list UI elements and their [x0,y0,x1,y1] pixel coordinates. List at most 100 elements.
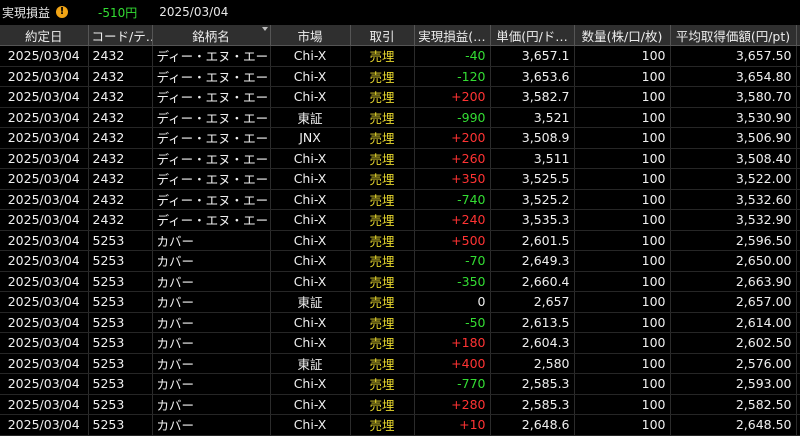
col-header-code[interactable]: コード/テ… [88,25,153,46]
unit-price-cell: 3,511 [490,148,575,169]
name-cell: カバー [152,353,271,374]
col-header-name[interactable]: 銘柄名 [152,25,271,46]
table-row[interactable]: 2025/03/04 5253 カバー 東証 売埋 +400 2,580 100 2,576.0… [0,353,800,374]
avg-cost-cell: 3,532.90 [670,209,797,231]
summary-date: 2025/03/04 [159,5,229,19]
name-cell: ディー・エヌ・エー [152,168,271,190]
trade-type-cell: 売埋 [350,312,415,333]
code-cell: 2432 [88,66,153,87]
name-cell: ディー・エヌ・エー [152,66,271,87]
unit-price-cell: 2,585.3 [490,373,575,395]
table-row[interactable]: 2025/03/04 5253 カバー Chi-X 売埋 -350 2,660.4 100 2,… [0,271,800,292]
extra-cell [796,312,800,333]
avg-cost-cell: 2,596.50 [670,230,797,251]
unit-price-cell: 2,660.4 [490,271,575,292]
table-row[interactable]: 2025/03/04 2432 ディー・エヌ・エー Chi-X 売埋 -740 3,525.… [0,189,800,210]
trade-type-cell: 売埋 [350,45,415,67]
table-row[interactable]: 2025/03/04 5253 カバー Chi-X 売埋 -770 2,585.3 100 2,… [0,373,800,395]
realized-pl-cell: +10 [414,414,491,436]
code-cell: 5253 [88,250,153,272]
name-cell: カバー [152,291,271,313]
market-cell: 東証 [270,291,351,313]
col-header-avg-cost[interactable]: 平均取得価額(円/pt) [670,25,797,46]
trade-date-cell: 2025/03/04 [0,271,89,292]
table-row[interactable]: 2025/03/04 2432 ディー・エヌ・エー JNX 売埋 +200 3,508.9 1… [0,127,800,149]
realized-pl-label: 実現損益 [2,5,51,20]
name-cell: カバー [152,230,271,251]
code-cell: 2432 [88,209,153,231]
table-row[interactable]: 2025/03/04 5253 カバー Chi-X 売埋 -50 2,613.5 100 2,6… [0,312,800,333]
trade-date-cell: 2025/03/04 [0,250,89,272]
unit-price-cell: 3,582.7 [490,86,575,108]
trade-type-cell: 売埋 [350,127,415,149]
name-cell: ディー・エヌ・エー [152,148,271,169]
extra-cell [796,45,800,67]
unit-price-cell: 2,648.6 [490,414,575,436]
unit-price-cell: 2,657 [490,291,575,313]
avg-cost-cell: 3,508.40 [670,148,797,169]
trade-date-cell: 2025/03/04 [0,148,89,169]
col-header-trade[interactable]: 取引 [350,25,415,46]
trade-date-cell: 2025/03/04 [0,332,89,354]
trade-date-cell: 2025/03/04 [0,127,89,149]
table-row[interactable]: 2025/03/04 5253 カバー Chi-X 売埋 +10 2,648.6 100 2,6… [0,414,800,436]
extra-cell [796,86,800,108]
avg-cost-cell: 3,506.90 [670,127,797,149]
code-cell: 2432 [88,45,153,67]
avg-cost-cell: 2,576.00 [670,353,797,374]
col-header-extra[interactable]: 取 [796,25,800,46]
market-cell: Chi-X [270,168,351,190]
realized-pl-cell: +400 [414,353,491,374]
summary-bar: 実現損益 ! -510円 2025/03/04 [0,0,800,24]
quantity-cell: 100 [574,209,671,231]
realized-pl-cell: +500 [414,230,491,251]
unit-price-cell: 3,653.6 [490,66,575,87]
extra-cell [796,209,800,231]
name-cell: ディー・エヌ・エー [152,107,271,128]
table-row[interactable]: 2025/03/04 2432 ディー・エヌ・エー Chi-X 売埋 +350 3,525.… [0,168,800,190]
trade-type-cell: 売埋 [350,168,415,190]
unit-price-cell: 2,613.5 [490,312,575,333]
quantity-cell: 100 [574,353,671,374]
table-row[interactable]: 2025/03/04 5253 カバー Chi-X 売埋 +280 2,585.3 100 2,… [0,394,800,415]
trade-type-cell: 売埋 [350,107,415,128]
table-row[interactable]: 2025/03/04 5253 カバー Chi-X 売埋 +500 2,601.5 100 2,… [0,230,800,251]
table-row[interactable]: 2025/03/04 2432 ディー・エヌ・エー Chi-X 売埋 +240 3,535.… [0,209,800,231]
table-row[interactable]: 2025/03/04 2432 ディー・エヌ・エー Chi-X 売埋 +200 3,582.… [0,86,800,108]
table-row[interactable]: 2025/03/04 2432 ディー・エヌ・エー Chi-X 売埋 +260 3,511 1… [0,148,800,169]
code-cell: 5253 [88,414,153,436]
avg-cost-cell: 2,663.90 [670,271,797,292]
unit-price-cell: 3,657.1 [490,45,575,67]
trade-type-cell: 売埋 [350,86,415,108]
table-row[interactable]: 2025/03/04 5253 カバー Chi-X 売埋 -70 2,649.3 100 2,6… [0,250,800,272]
avg-cost-cell: 3,530.90 [670,107,797,128]
market-cell: Chi-X [270,209,351,231]
market-cell: JNX [270,127,351,149]
market-cell: Chi-X [270,66,351,87]
extra-cell [796,394,800,415]
trade-date-cell: 2025/03/04 [0,230,89,251]
quantity-cell: 100 [574,45,671,67]
col-header-quantity[interactable]: 数量(株/口/枚) [574,25,671,46]
market-cell: 東証 [270,107,351,128]
name-cell: ディー・エヌ・エー [152,86,271,108]
name-cell: カバー [152,414,271,436]
realized-pl-cell: +200 [414,86,491,108]
warning-icon[interactable]: ! [56,6,69,18]
table-row[interactable]: 2025/03/04 2432 ディー・エヌ・エー 東証 売埋 -990 3,521 100 3… [0,107,800,128]
trade-date-cell: 2025/03/04 [0,353,89,374]
col-header-trade-date[interactable]: 約定日 [0,25,89,46]
col-header-realized-pl[interactable]: 実現損益(… [414,25,491,46]
trade-date-cell: 2025/03/04 [0,291,89,313]
table-row[interactable]: 2025/03/04 5253 カバー 東証 売埋 0 2,657 100 2,657.00 [0,291,800,313]
realized-pl-cell: -350 [414,271,491,292]
quantity-cell: 100 [574,127,671,149]
table-header-row: 約定日 コード/テ… 銘柄名 市場 取引 実現損益(… 単価(円/ド… 数量(株… [0,25,800,46]
table-row[interactable]: 2025/03/04 5253 カバー Chi-X 売埋 +180 2,604.3 100 2,… [0,332,800,354]
trade-date-cell: 2025/03/04 [0,168,89,190]
col-header-unit-price[interactable]: 単価(円/ド… [490,25,575,46]
table-row[interactable]: 2025/03/04 2432 ディー・エヌ・エー Chi-X 売埋 -40 3,657.1… [0,45,800,67]
col-header-market[interactable]: 市場 [270,25,351,46]
table-row[interactable]: 2025/03/04 2432 ディー・エヌ・エー Chi-X 売埋 -120 3,653.… [0,66,800,87]
realized-pl-cell: -40 [414,45,491,67]
